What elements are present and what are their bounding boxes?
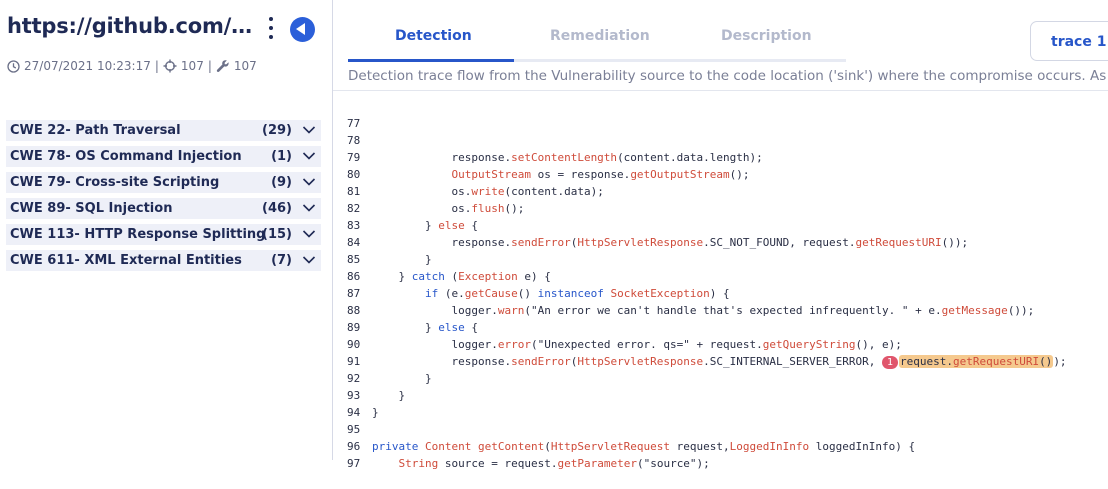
cwe-item-79[interactable]: CWE 79- Cross-site Scripting (9) — [6, 172, 321, 193]
code-line: 79 OutputStream os = response.getOutputS… — [333, 132, 1108, 181]
code-line: 80 os.write(content.data); — [333, 149, 1108, 198]
tab-remediation[interactable]: Remediation — [550, 28, 650, 44]
repo-url[interactable]: https://github.com/scottgoh/sample-java-… — [7, 14, 257, 38]
code-line: 88 } else { — [333, 285, 1108, 334]
cwe-item-89[interactable]: CWE 89- SQL Injection (46) — [6, 198, 321, 219]
cwe-item-611[interactable]: CWE 611- XML External Entities (7) — [6, 250, 321, 271]
meta-separator: | — [154, 59, 159, 73]
chevron-down-icon[interactable] — [302, 203, 316, 213]
code-line: 77 — [333, 98, 1108, 130]
code-viewer: 77 78 response.setContentLength(content.… — [333, 90, 1108, 470]
code-line-sink: 90 response.sendError(HttpServletRespons… — [333, 319, 1108, 369]
tab-bar: Detection Remediation Description — [348, 0, 848, 62]
tab-description[interactable]: Description — [721, 28, 812, 44]
cwe-count: (15) — [262, 227, 292, 242]
cwe-name: CWE 113- HTTP Response Splitting — [10, 227, 266, 242]
tab-detection[interactable]: Detection — [395, 28, 472, 44]
collapse-sidebar-button[interactable] — [290, 17, 315, 42]
code-line: 96 String source = request.getParameter(… — [333, 421, 1108, 470]
cwe-count: (46) — [262, 201, 292, 216]
code-line: 81 os.flush(); — [333, 166, 1108, 215]
code-line: 82 } else { — [333, 183, 1108, 232]
more-options-icon[interactable] — [265, 17, 277, 39]
cwe-name: CWE 78- OS Command Injection — [10, 149, 242, 164]
wrench-icon — [216, 60, 229, 72]
chevron-down-icon[interactable] — [302, 255, 316, 265]
chevron-down-icon[interactable] — [302, 177, 316, 187]
tab-active-indicator — [348, 59, 514, 62]
cwe-name: CWE 611- XML External Entities — [10, 253, 242, 268]
scan-datetime: 27/07/2021 10:23:17 — [24, 59, 151, 73]
code-line: 83 response.sendError(HttpServletRespons… — [333, 200, 1108, 249]
sidebar: https://github.com/scottgoh/sample-java-… — [0, 0, 333, 460]
code-line: 87 logger.warn("An error we can't handle… — [333, 268, 1108, 317]
cwe-item-22[interactable]: CWE 22- Path Traversal (29) — [6, 120, 321, 141]
cwe-item-113[interactable]: CWE 113- HTTP Response Splitting (15) — [6, 224, 321, 245]
cwe-count: (9) — [271, 175, 292, 190]
detection-description: Detection trace flow from the Vulnerabil… — [348, 68, 1108, 84]
code-line: 91 } — [333, 336, 1108, 385]
meta-separator: | — [207, 59, 212, 73]
fixes-count: 107 — [233, 59, 257, 73]
chevron-down-icon[interactable] — [302, 151, 316, 161]
line-number: 97 — [347, 457, 361, 470]
code-line: 93 } — [333, 370, 1108, 419]
cwe-list: CWE 22- Path Traversal (29) CWE 78- OS C… — [6, 120, 321, 276]
chevron-down-icon[interactable] — [302, 125, 316, 135]
scan-meta: 27/07/2021 10:23:17 | 107 | 107 — [7, 58, 257, 74]
cwe-name: CWE 79- Cross-site Scripting — [10, 175, 220, 190]
cwe-name: CWE 89- SQL Injection — [10, 201, 173, 216]
issues-count: 107 — [180, 59, 204, 73]
clock-icon — [7, 59, 20, 73]
code-line: 85 } catch (Exception e) { — [333, 234, 1108, 283]
code-line: 86 if (e.getCause() instanceof SocketExc… — [333, 251, 1108, 300]
code-line: 97 — [333, 438, 1108, 470]
code-line: 94 — [333, 387, 1108, 419]
cwe-count: (29) — [262, 123, 292, 138]
cwe-item-78[interactable]: CWE 78- OS Command Injection (1) — [6, 146, 321, 167]
code-text: String source = request.getParameter("so… — [398, 457, 710, 470]
trace-select-button[interactable]: trace 1 (1) — [1030, 21, 1108, 61]
code-line: 84 } — [333, 217, 1108, 266]
code-line: 89 logger.error("Unexpected error. qs=" … — [333, 302, 1108, 351]
cwe-name: CWE 22- Path Traversal — [10, 123, 181, 138]
cwe-count: (7) — [271, 253, 292, 268]
cwe-count: (1) — [271, 149, 292, 164]
code-line: 78 response.setContentLength(content.dat… — [333, 115, 1108, 164]
crosshair-icon — [163, 59, 177, 73]
code-line: 92 } — [333, 353, 1108, 402]
code-line: 95 private Content getContent(HttpServle… — [333, 404, 1108, 453]
chevron-down-icon[interactable] — [302, 229, 316, 239]
main-panel: Detection Remediation Description trace … — [333, 0, 1108, 470]
